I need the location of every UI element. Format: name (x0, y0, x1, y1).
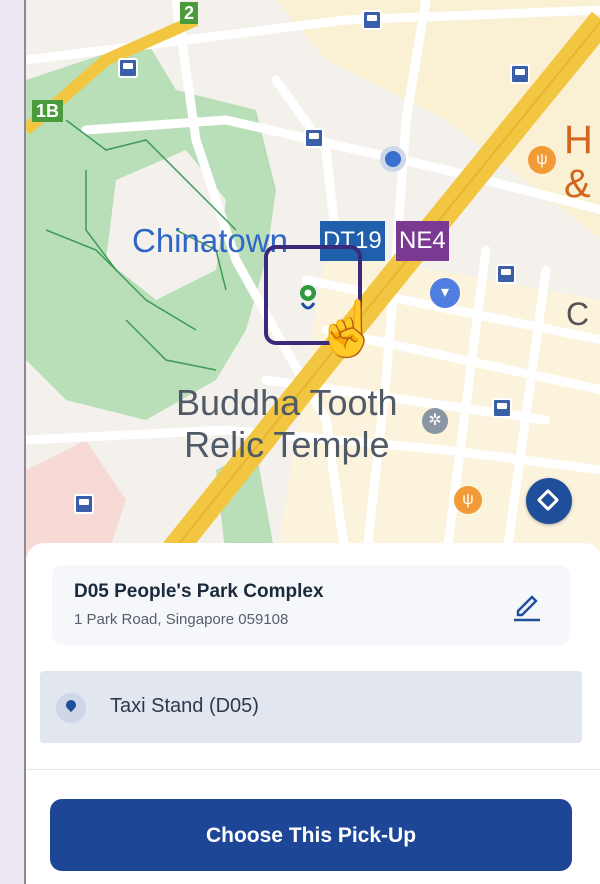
mrt-ne-badge: NE4 (396, 221, 449, 261)
pickup-title: D05 People's Park Complex (74, 581, 324, 602)
divider (26, 769, 600, 770)
route-1b-label: 1B (32, 100, 64, 122)
taxi-stand-option[interactable]: Taxi Stand (D05) (40, 671, 582, 743)
edit-pencil-icon[interactable] (512, 589, 542, 623)
temple-icon: ✲ (422, 408, 448, 434)
phone-screen: Chinatown DT19 NE4 Buddha Tooth Relic Te… (24, 0, 600, 884)
pickup-sheet: D05 People's Park Complex 1 Park Road, S… (26, 543, 600, 884)
buddha-label-line2: Relic Temple (184, 424, 390, 465)
bus-stop-icon (304, 128, 324, 148)
map-view[interactable]: Chinatown DT19 NE4 Buddha Tooth Relic Te… (26, 0, 600, 560)
route-2-label: 2 (180, 2, 199, 24)
bus-stop-icon (362, 10, 382, 30)
taxi-stand-label: Taxi Stand (D05) (110, 695, 259, 717)
tap-hand-icon: ☝ (314, 299, 382, 359)
side-place-label: H & (564, 118, 593, 206)
pickup-address: 1 Park Road, Singapore 059108 (74, 611, 289, 628)
pickup-address-card: D05 People's Park Complex 1 Park Road, S… (52, 565, 570, 645)
restaurant-icon: ψ (454, 486, 482, 514)
choose-pickup-button[interactable]: Choose This Pick-Up (50, 799, 572, 871)
restaurant-icon: ψ (528, 146, 556, 174)
side-h-text: H (564, 118, 593, 162)
side-amp-text: & (564, 162, 591, 206)
bus-stop-icon (492, 398, 512, 418)
my-location-icon (380, 146, 406, 172)
buddha-label-line1: Buddha Tooth (176, 382, 398, 423)
buddha-temple-label: Buddha Tooth Relic Temple (176, 382, 398, 466)
side-c-label: C (566, 296, 590, 332)
bus-stop-icon (74, 494, 94, 514)
location-pin-icon (56, 693, 86, 723)
bus-stop-icon (510, 64, 530, 84)
bus-stop-icon (118, 58, 138, 78)
bus-stop-icon (496, 264, 516, 284)
recenter-icon[interactable] (526, 478, 572, 524)
shopping-icon: ▾ (430, 278, 460, 308)
